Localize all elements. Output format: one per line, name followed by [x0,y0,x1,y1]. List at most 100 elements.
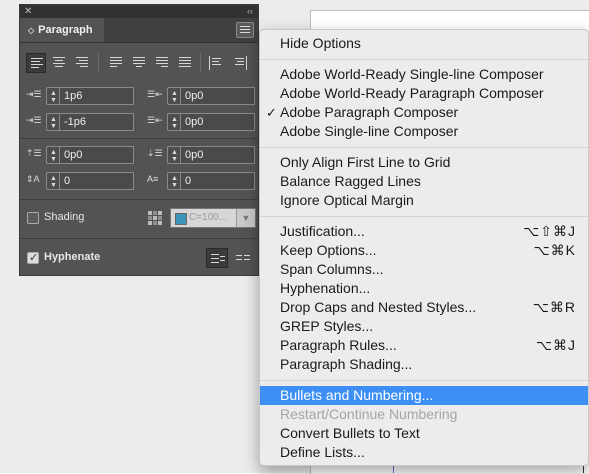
menu-item-shortcut: ⌥⇧⌘J [523,223,576,239]
menu-separator [260,147,588,148]
menu-item-label: Paragraph Rules... [280,337,397,353]
menu-item-paragraph-composer[interactable]: ✓ Adobe Paragraph Composer [260,103,588,122]
last-line-indent-stepper[interactable]: ▲ ▼ [167,113,181,131]
menu-item-convert-bullets[interactable]: Convert Bullets to Text [260,424,588,443]
menu-separator [260,380,588,381]
menu-item-hyphenation[interactable]: Hyphenation... [260,279,588,298]
menu-item-restart-numbering[interactable]: Restart/Continue Numbering [260,405,588,424]
shading-color-label: C=100... [189,212,228,223]
right-indent-icon: ☰⇤ [147,89,163,99]
hyphenate-label: Hyphenate [44,251,101,263]
swatch-grid-icon[interactable] [147,210,163,226]
align-away-from-spine-icon[interactable] [230,53,250,73]
menu-item-world-ready-single-line[interactable]: Adobe World-Ready Single-line Composer [260,65,588,84]
menu-item-label: Adobe Paragraph Composer [280,104,459,120]
menu-item-label: Keep Options... [280,242,377,258]
panel-flyout-menu: Hide Options Adobe World-Ready Single-li… [259,29,589,466]
drop-cap-chars-input[interactable]: 0 [181,172,255,190]
menu-item-shortcut: ⌥⌘K [533,242,576,258]
shading-color-dropdown[interactable]: C=100... ▼ [170,208,256,228]
menu-item-label: Define Lists... [280,444,365,460]
first-line-indent-icon: ⇥☰ [26,115,42,125]
drop-cap-chars-stepper[interactable]: ▲ ▼ [167,172,181,190]
paragraph-panel: ✕ ‹‹ ◇ Paragraph ⇥☰ ▲ ▼ 1p6 ☰⇤ ▲ ▼ 0p0 ⇥… [19,4,260,276]
first-line-indent-stepper[interactable]: ▲ ▼ [46,113,60,131]
first-line-indent-input[interactable]: -1p6 [60,113,134,131]
menu-item-shortcut: ⌥⌘J [535,337,576,353]
panel-tabbar: ◇ Paragraph [20,18,258,43]
space-before-input[interactable]: 0p0 [60,146,134,164]
left-indent-icon: ⇥☰ [26,89,42,99]
collapse-icon[interactable]: ‹‹ [247,5,253,18]
menu-item-hide-options[interactable]: Hide Options [260,34,588,53]
menu-item-label: Restart/Continue Numbering [280,406,458,422]
shading-color-chip [175,213,187,225]
menu-item-label: Drop Caps and Nested Styles... [280,299,477,315]
left-indent-input[interactable]: 1p6 [60,87,134,105]
justify-center-icon[interactable] [129,53,149,73]
menu-item-keep-options[interactable]: Keep Options... ⌥⌘K [260,241,588,260]
menu-item-label: Adobe Single-line Composer [280,123,459,139]
align-center-icon[interactable] [49,53,69,73]
menu-item-balance-ragged[interactable]: Balance Ragged Lines [260,172,588,191]
drop-cap-lines-stepper[interactable]: ▲ ▼ [46,172,60,190]
panel-menu-button[interactable] [236,22,254,38]
drop-cap-chars-icon: A≡ [147,174,159,184]
align-to-grid-icon[interactable] [232,248,254,268]
menu-item-label: Paragraph Shading... [280,356,413,372]
close-icon[interactable]: ✕ [24,5,32,18]
last-line-indent-input[interactable]: 0p0 [181,113,255,131]
left-indent-stepper[interactable]: ▲ ▼ [46,87,60,105]
align-left-icon[interactable] [26,53,46,73]
align-divider [98,53,99,73]
space-before-stepper[interactable]: ▲ ▼ [46,146,60,164]
menu-separator [260,216,588,217]
drop-cap-lines-icon: ⇕A [26,174,40,184]
menu-item-label: Justification... [280,223,365,239]
hyphenate-checkbox[interactable] [27,251,39,264]
panel-divider [20,199,260,200]
menu-item-drop-caps[interactable]: Drop Caps and Nested Styles... ⌥⌘R [260,298,588,317]
right-indent-stepper[interactable]: ▲ ▼ [167,87,181,105]
chevron-down-icon: ▼ [236,209,255,227]
drop-cap-lines-input[interactable]: 0 [60,172,134,190]
menu-item-justification[interactable]: Justification... ⌥⇧⌘J [260,222,588,241]
menu-item-world-ready-paragraph[interactable]: Adobe World-Ready Paragraph Composer [260,84,588,103]
checkmark-icon: ✓ [266,105,277,120]
right-indent-input[interactable]: 0p0 [181,87,255,105]
align-right-icon[interactable] [72,53,92,73]
menu-item-paragraph-shading[interactable]: Paragraph Shading... [260,355,588,374]
shading-checkbox[interactable] [27,212,39,224]
justify-right-icon[interactable] [152,53,172,73]
justify-left-icon[interactable] [106,53,126,73]
tab-paragraph-label: Paragraph [38,24,93,36]
menu-item-label: Only Align First Line to Grid [280,154,451,170]
menu-item-span-columns[interactable]: Span Columns... [260,260,588,279]
menu-item-bullets-numbering[interactable]: Bullets and Numbering... [260,386,588,405]
menu-item-define-lists[interactable]: Define Lists... [260,443,588,462]
menu-item-label: Adobe World-Ready Single-line Composer [280,66,544,82]
space-after-input[interactable]: 0p0 [181,146,255,164]
menu-item-label: Hyphenation... [280,280,371,296]
menu-item-label: Balance Ragged Lines [280,173,421,189]
align-divider [200,53,201,73]
do-not-align-to-grid-icon[interactable] [206,248,228,268]
shading-label: Shading [44,211,85,223]
menu-item-paragraph-rules[interactable]: Paragraph Rules... ⌥⌘J [260,336,588,355]
align-toward-spine-icon[interactable] [206,53,226,73]
space-after-stepper[interactable]: ▲ ▼ [167,146,181,164]
menu-item-ignore-optical-margin[interactable]: Ignore Optical Margin [260,191,588,210]
menu-item-label: Span Columns... [280,261,384,277]
menu-item-align-first-line[interactable]: Only Align First Line to Grid [260,153,588,172]
menu-item-grep-styles[interactable]: GREP Styles... [260,317,588,336]
tab-paragraph[interactable]: ◇ Paragraph [20,18,104,42]
menu-item-label: Adobe World-Ready Paragraph Composer [280,85,544,101]
panel-divider [20,238,260,239]
space-before-icon: ⇡☰ [26,148,42,158]
space-after-icon: ⇣☰ [147,148,163,158]
justify-all-icon[interactable] [175,53,195,73]
menu-item-single-line-composer[interactable]: Adobe Single-line Composer [260,122,588,141]
menu-item-label: GREP Styles... [280,318,374,334]
menu-separator [260,59,588,60]
panel-titlebar: ✕ ‹‹ [20,5,258,18]
